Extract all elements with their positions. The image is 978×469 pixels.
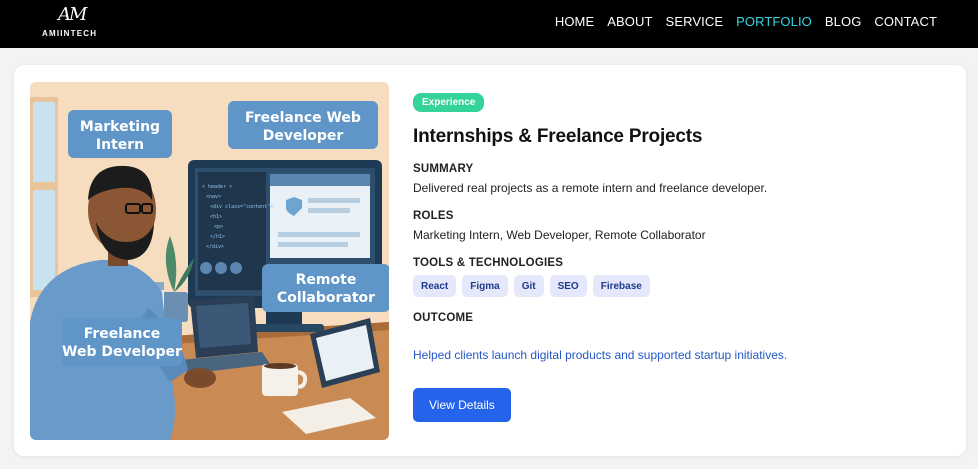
roles-heading: ROLES	[413, 210, 454, 222]
label-freelance-line2: Developer	[263, 128, 344, 144]
label-freelance-line1: Freelance Web	[245, 110, 361, 126]
code-line: <nav>	[206, 194, 221, 200]
card-content: Experience Internships & Freelance Proje…	[413, 92, 933, 422]
nav-blog[interactable]: BLOG	[825, 14, 862, 29]
label-remote-line1: Remote	[296, 272, 357, 288]
tool-tag: Figma	[462, 275, 508, 297]
tool-tag: Firebase	[592, 275, 650, 297]
code-line: < header >	[202, 184, 232, 190]
code-line: <p>	[214, 224, 223, 230]
logo-mark: AM	[58, 4, 87, 25]
nav-contact[interactable]: CONTACT	[874, 14, 937, 29]
main-menu: HOME ABOUT SERVICE PORTFOLIO BLOG CONTAC…	[542, 14, 937, 29]
tools-heading: TOOLS & TECHNOLOGIES	[413, 257, 564, 269]
outcome-heading: OUTCOME	[413, 312, 474, 324]
tool-tag: SEO	[549, 275, 587, 297]
tool-tag: Git	[513, 275, 544, 297]
nav-about[interactable]: ABOUT	[607, 14, 652, 29]
outcome-text: Helped clients launch digital products a…	[413, 348, 788, 362]
label-marketing-line2: Intern	[96, 137, 144, 153]
summary-heading: SUMMARY	[413, 163, 474, 175]
brand-logo[interactable]: AM AMIINTECH	[40, 4, 104, 42]
nav-portfolio[interactable]: PORTFOLIO	[736, 14, 812, 29]
top-navbar: AM AMIINTECH HOME ABOUT SERVICE PORTFOLI…	[0, 0, 978, 48]
code-line: </h1>	[210, 234, 225, 240]
card-title: Internships & Freelance Projects	[413, 126, 703, 147]
category-badge: Experience	[413, 93, 485, 112]
code-line: </div>	[206, 244, 224, 250]
code-line: <h1>	[210, 214, 222, 220]
code-line: <div class="content">	[210, 204, 273, 210]
tool-tag: React	[413, 275, 457, 297]
nav-home[interactable]: HOME	[555, 14, 594, 29]
summary-text: Delivered real projects as a remote inte…	[413, 181, 768, 195]
view-details-button[interactable]: View Details	[413, 388, 511, 422]
portfolio-card: < header > <nav> <div class="content"> <…	[14, 65, 966, 456]
experience-illustration: < header > <nav> <div class="content"> <…	[30, 82, 389, 440]
label-freelance2-line2: Web Developer	[62, 344, 182, 360]
roles-text: Marketing Intern, Web Developer, Remote …	[413, 228, 706, 242]
nav-service[interactable]: SERVICE	[666, 14, 724, 29]
logo-text: AMIINTECH	[42, 29, 98, 38]
tools-tag-list: React Figma Git SEO Firebase	[413, 275, 933, 297]
label-remote-line2: Collaborator	[277, 290, 375, 306]
label-marketing-line1: Marketing	[80, 119, 160, 135]
label-freelance2-line1: Freelance	[84, 326, 161, 342]
